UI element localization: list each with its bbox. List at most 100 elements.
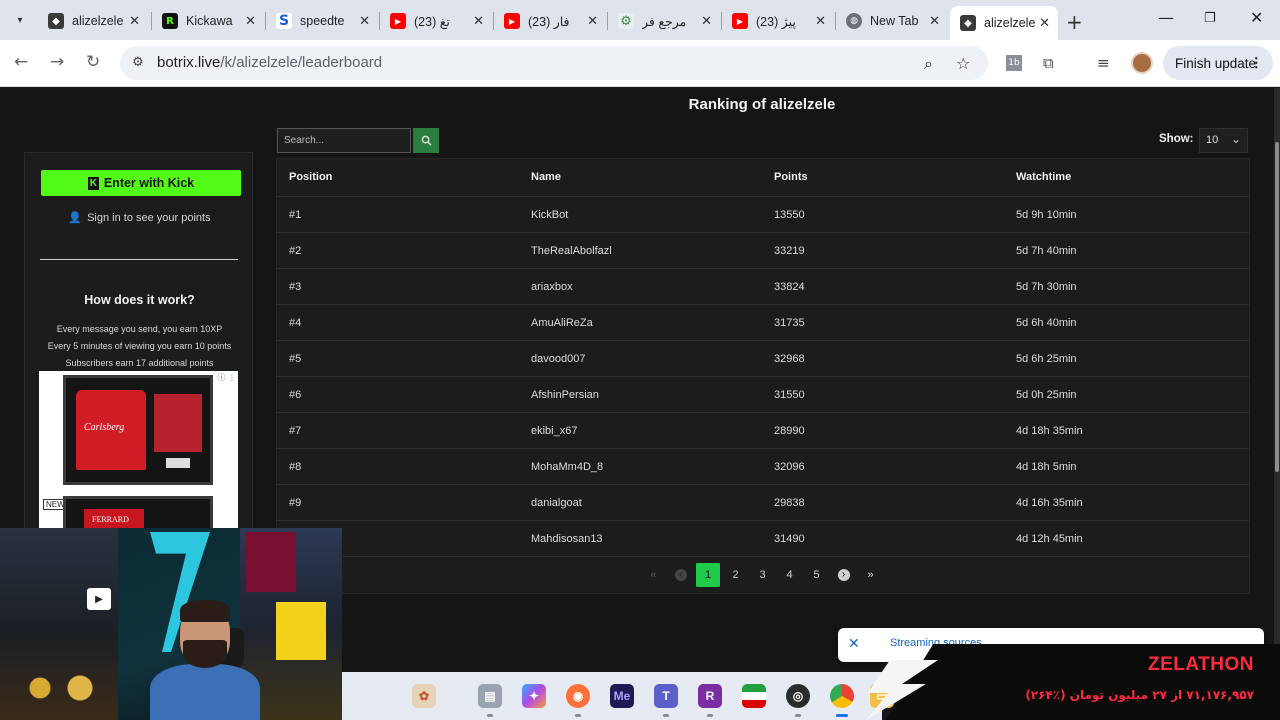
reload-icon[interactable]: ↻ bbox=[86, 52, 100, 72]
youtube-play-icon: ▶ bbox=[87, 588, 111, 610]
taskbar: ✿ ▤ ✦ ◉ Me T R ◎ ▭ bbox=[342, 672, 894, 720]
forward-arrow-icon[interactable]: → bbox=[50, 52, 64, 72]
close-tab-icon[interactable]: ✕ bbox=[1039, 16, 1050, 31]
back-arrow-icon[interactable]: ← bbox=[14, 52, 28, 72]
prev-page-button[interactable]: ‹ bbox=[667, 563, 694, 587]
copilot-icon[interactable]: ✦ bbox=[522, 684, 546, 708]
globe-favicon-icon: ◍ bbox=[846, 13, 862, 29]
finish-update-button[interactable]: Finish update ⋮ bbox=[1163, 46, 1273, 80]
user-icon: 👤 bbox=[68, 212, 83, 224]
bookmark-star-icon[interactable]: ☆ bbox=[956, 54, 970, 73]
table-row: #1 KickBot 13550 5d 9h 10min bbox=[277, 197, 1249, 233]
search-input[interactable] bbox=[277, 128, 411, 153]
teams-icon[interactable]: T bbox=[654, 684, 678, 708]
site-info-icon[interactable]: ⚙ bbox=[132, 55, 144, 70]
column-header[interactable]: Points bbox=[774, 171, 808, 183]
close-tab-icon[interactable]: ✕ bbox=[587, 14, 598, 29]
column-header[interactable]: Name bbox=[531, 171, 561, 183]
table-row: #6 AfshinPersian 31550 5d 0h 25min bbox=[277, 377, 1249, 413]
page-scrollbar[interactable] bbox=[1274, 88, 1280, 720]
search-icon bbox=[421, 135, 432, 146]
speedtest-favicon-icon: S bbox=[276, 13, 292, 29]
browser-tab[interactable]: ▶ پیژ (23) ✕ bbox=[722, 6, 834, 36]
browser-tab[interactable]: ▶ تغ (23) ✕ bbox=[380, 6, 492, 36]
close-icon[interactable]: ✕ bbox=[848, 636, 860, 652]
how-line: Every message you send, you earn 10XP bbox=[56, 324, 223, 334]
last-page-button[interactable]: » bbox=[857, 563, 884, 587]
browser-tab[interactable]: ▶ فار (23) ✕ bbox=[494, 6, 606, 36]
extensions-puzzle-icon[interactable]: ⧉ bbox=[1043, 54, 1054, 72]
r-app-icon[interactable]: R bbox=[698, 684, 722, 708]
advertisement[interactable]: ⓘ ⋮ Carlsberg NEW FERRARD bbox=[39, 371, 238, 531]
youtube-favicon-icon: ▶ bbox=[504, 13, 520, 29]
chrome-icon[interactable] bbox=[830, 684, 854, 708]
close-tab-icon[interactable]: ✕ bbox=[359, 14, 370, 29]
window-close-icon[interactable]: ✕ bbox=[1250, 8, 1263, 27]
zoom-icon[interactable]: ⌕ bbox=[924, 54, 933, 74]
close-tab-icon[interactable]: ✕ bbox=[473, 14, 484, 29]
next-page-button[interactable]: › bbox=[830, 563, 857, 587]
table-row: #5 davood007 32968 5d 6h 25min bbox=[277, 341, 1249, 377]
browser-tab[interactable]: ⚙ مرجع فر ✕ bbox=[608, 6, 720, 36]
tab-search-chevron-icon[interactable]: ▾ bbox=[8, 8, 32, 32]
page-5-button[interactable]: 5 bbox=[803, 563, 830, 587]
ad-framed-jersey-image: Carlsberg bbox=[63, 375, 213, 485]
adchoices-icon[interactable]: ⓘ ⋮ bbox=[217, 372, 236, 383]
close-tab-icon[interactable]: ✕ bbox=[701, 14, 712, 29]
profile-avatar[interactable] bbox=[1131, 52, 1153, 74]
close-tab-icon[interactable]: ✕ bbox=[815, 14, 826, 29]
browser-tab-active[interactable]: ◆ alizelzele ✕ bbox=[950, 6, 1058, 40]
table-row: #8 MohaMm4D_8 32096 4d 18h 5min bbox=[277, 449, 1249, 485]
column-header[interactable]: Watchtime bbox=[1016, 171, 1071, 183]
browser-tab[interactable]: ◆ alizelzele ✕ bbox=[38, 6, 148, 36]
divider bbox=[40, 259, 238, 260]
show-label: Show: bbox=[1159, 133, 1194, 145]
table-header-row: Position Name Points Watchtime bbox=[277, 159, 1249, 197]
browser-toolbar: ← → ↻ ⚙ botrix.live/k/alizelzele/leaderb… bbox=[0, 40, 1280, 87]
search-button[interactable] bbox=[413, 128, 439, 153]
how-line: Subscribers earn 17 additional points bbox=[65, 358, 214, 368]
close-tab-icon[interactable]: ✕ bbox=[245, 14, 256, 29]
zelathon-progress-text: ۷۱,۱۷۶,۹۵۷ از ۲۷ میلیون تومان (٪۲۶۴) bbox=[1025, 688, 1254, 702]
table-row: #2 TheRealAbolfazl 33219 5d 7h 40min bbox=[277, 233, 1249, 269]
sign-in-link[interactable]: 👤 Sign in to see your points bbox=[25, 211, 254, 224]
how-it-works-heading: How does it work? bbox=[84, 293, 195, 307]
widgets-icon[interactable]: ✿ bbox=[412, 684, 436, 708]
firefox-icon[interactable]: ◉ bbox=[566, 684, 590, 708]
column-header[interactable]: Position bbox=[289, 171, 332, 183]
browser-tab-strip: ▾ ◆ alizelzele ✕ R Kickawa ✕ S speedte ✕… bbox=[0, 0, 1280, 40]
webcam-overlay: ▶ bbox=[0, 528, 342, 720]
page-1-button[interactable]: 1 bbox=[696, 563, 720, 587]
botrix-favicon-icon: ◆ bbox=[960, 15, 976, 31]
page-2-button[interactable]: 2 bbox=[722, 563, 749, 587]
close-tab-icon[interactable]: ✕ bbox=[929, 14, 940, 29]
enter-with-kick-button[interactable]: K Enter with Kick bbox=[41, 170, 241, 196]
restore-icon[interactable]: ❐ bbox=[1204, 11, 1216, 26]
browser-tab[interactable]: S speedte ✕ bbox=[266, 6, 378, 36]
youtube-favicon-icon: ▶ bbox=[732, 13, 748, 29]
extension-icon[interactable]: 1b bbox=[1006, 55, 1022, 71]
files-icon[interactable]: ▤ bbox=[478, 684, 502, 708]
kickawards-favicon-icon: R bbox=[162, 13, 178, 29]
ad-framed-jersey-image: FERRARD bbox=[63, 496, 213, 531]
flag-icon[interactable] bbox=[742, 684, 766, 708]
page-3-button[interactable]: 3 bbox=[749, 563, 776, 587]
address-bar[interactable]: ⚙ botrix.live/k/alizelzele/leaderboard ⌕… bbox=[120, 46, 988, 80]
close-tab-icon[interactable]: ✕ bbox=[129, 14, 140, 29]
browser-tab[interactable]: ◍ New Tab ✕ bbox=[836, 6, 948, 36]
media-controls-icon[interactable]: ≡ bbox=[1097, 54, 1110, 72]
page-size-select[interactable]: 10 ⌄ bbox=[1199, 128, 1248, 153]
table-row: #4 AmuAliReZa 31735 5d 6h 40min bbox=[277, 305, 1249, 341]
new-tab-plus-icon[interactable]: + bbox=[1066, 10, 1083, 34]
first-page-button[interactable]: « bbox=[640, 563, 667, 587]
minimize-icon[interactable]: — bbox=[1158, 8, 1174, 27]
obs-icon[interactable]: ◎ bbox=[786, 684, 810, 708]
media-encoder-icon[interactable]: Me bbox=[610, 684, 634, 708]
page-4-button[interactable]: 4 bbox=[776, 563, 803, 587]
botrix-favicon-icon: ◆ bbox=[48, 13, 64, 29]
chevron-down-icon: ⌄ bbox=[1230, 132, 1241, 146]
settings-favicon-icon: ⚙ bbox=[618, 13, 634, 29]
browser-tab[interactable]: R Kickawa ✕ bbox=[152, 6, 264, 36]
streamer-image bbox=[150, 600, 260, 720]
more-menu-icon[interactable]: ⋮ bbox=[1250, 55, 1264, 71]
